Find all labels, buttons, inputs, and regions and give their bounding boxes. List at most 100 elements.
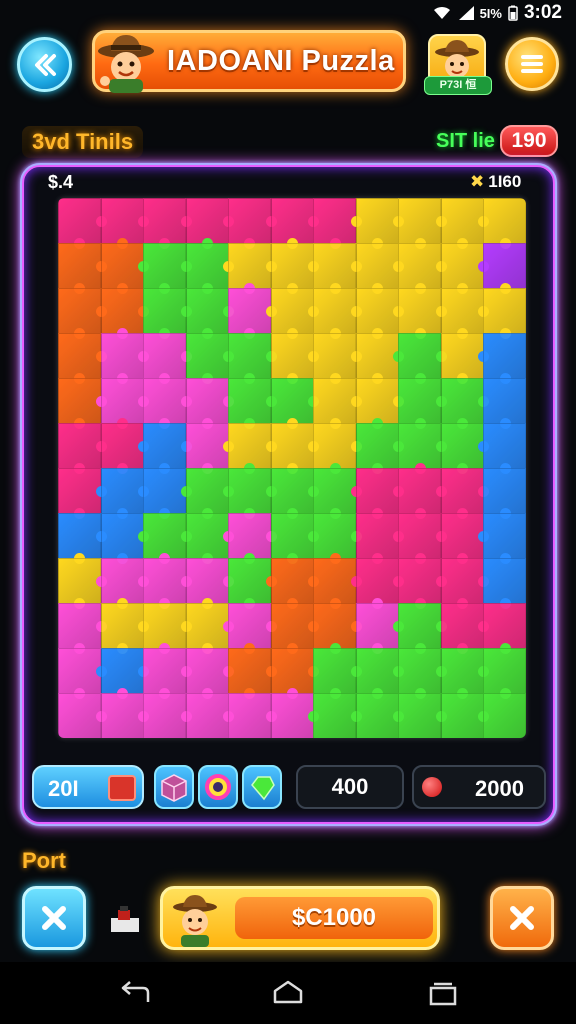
puzzle-piece[interactable]	[483, 603, 526, 649]
puzzle-piece[interactable]	[143, 648, 187, 694]
ticket-icon	[111, 906, 139, 932]
puzzle-piece[interactable]	[143, 243, 187, 289]
close-button[interactable]	[490, 886, 554, 950]
puzzle-piece[interactable]	[398, 648, 442, 694]
puzzle-piece[interactable]	[398, 423, 442, 469]
puzzle-piece[interactable]	[483, 378, 526, 424]
status-bar: 5I% 3:02	[0, 0, 576, 24]
buy-button[interactable]: $C1000	[160, 886, 440, 950]
puzzle-piece[interactable]	[398, 468, 442, 514]
puzzle-piece[interactable]	[313, 648, 357, 694]
puzzle-piece[interactable]	[228, 603, 272, 649]
puzzle-piece[interactable]	[143, 603, 187, 649]
puzzle-piece[interactable]	[398, 558, 442, 604]
puzzle-piece[interactable]	[483, 333, 526, 379]
time-badge: 190	[500, 125, 558, 157]
puzzle-piece[interactable]	[398, 513, 442, 559]
coin-counter[interactable]: 20I	[32, 765, 144, 809]
puzzle-piece[interactable]	[58, 378, 102, 424]
puzzle-piece[interactable]	[313, 603, 357, 649]
puzzle-piece[interactable]	[483, 513, 526, 559]
puzzle-piece[interactable]	[398, 243, 442, 289]
puzzle-piece[interactable]	[228, 333, 272, 379]
nav-recent-icon[interactable]	[428, 982, 458, 1006]
puzzle-piece[interactable]	[313, 333, 357, 379]
puzzle-piece[interactable]	[398, 333, 442, 379]
puzzle-piece[interactable]	[313, 288, 357, 334]
puzzle-piece[interactable]	[228, 423, 272, 469]
puzzle-piece[interactable]	[143, 558, 187, 604]
puzzle-piece[interactable]	[228, 468, 272, 514]
puzzle-piece[interactable]	[143, 423, 187, 469]
puzzle-piece[interactable]	[313, 558, 357, 604]
puzzle-piece[interactable]	[313, 423, 357, 469]
puzzle-piece[interactable]	[228, 378, 272, 424]
puzzle-piece[interactable]	[228, 243, 272, 289]
puzzle-piece[interactable]	[483, 648, 526, 694]
puzzle-piece[interactable]	[58, 558, 102, 604]
chest-icon	[108, 775, 136, 801]
puzzle-piece[interactable]	[58, 648, 102, 694]
puzzle-piece[interactable]	[58, 468, 102, 514]
ring-tool-button[interactable]	[198, 765, 238, 809]
puzzle-piece[interactable]	[483, 198, 526, 244]
puzzle-piece[interactable]	[143, 468, 187, 514]
x-icon	[42, 906, 66, 930]
puzzle-piece[interactable]	[228, 693, 272, 738]
gem-tool-button[interactable]	[242, 765, 282, 809]
puzzle-piece[interactable]	[143, 378, 187, 424]
puzzle-piece[interactable]	[143, 288, 187, 334]
puzzle-piece[interactable]	[58, 198, 102, 244]
puzzle-piece[interactable]	[313, 243, 357, 289]
puzzle-piece[interactable]	[58, 693, 102, 738]
moves-counter: 400	[296, 765, 404, 809]
puzzle-board[interactable]	[58, 198, 526, 738]
score-counter: 2000	[412, 765, 546, 809]
puzzle-piece[interactable]	[58, 288, 102, 334]
puzzle-piece[interactable]	[143, 513, 187, 559]
board-score-right: ✖ 1I60	[470, 172, 521, 192]
back-button[interactable]	[17, 37, 72, 92]
puzzle-piece[interactable]	[313, 513, 357, 559]
nav-home-icon[interactable]	[272, 980, 304, 1006]
puzzle-piece[interactable]	[483, 468, 526, 514]
puzzle-piece[interactable]	[58, 513, 102, 559]
puzzle-piece[interactable]	[398, 198, 442, 244]
puzzle-piece[interactable]	[313, 378, 357, 424]
puzzle-piece[interactable]	[398, 603, 442, 649]
puzzle-piece[interactable]	[313, 693, 357, 738]
puzzle-piece[interactable]	[58, 243, 102, 289]
puzzle-piece[interactable]	[398, 378, 442, 424]
puzzle-piece[interactable]	[58, 603, 102, 649]
puzzle-piece[interactable]	[228, 198, 272, 244]
clock: 3:02	[523, 2, 562, 23]
puzzle-piece[interactable]	[228, 648, 272, 694]
puzzle-piece[interactable]	[483, 288, 526, 334]
nav-back-icon[interactable]	[118, 980, 152, 1006]
puzzle-piece[interactable]	[398, 693, 442, 738]
puzzle-piece[interactable]	[143, 693, 187, 738]
cancel-button[interactable]	[22, 886, 86, 950]
record-icon	[422, 777, 442, 797]
puzzle-piece[interactable]	[228, 558, 272, 604]
crate-tool-button[interactable]	[154, 765, 194, 809]
puzzle-piece[interactable]	[228, 288, 272, 334]
explorer-avatar-icon	[98, 35, 154, 93]
puzzle-piece[interactable]	[483, 423, 526, 469]
puzzle-piece[interactable]	[483, 558, 526, 604]
menu-button[interactable]	[505, 37, 559, 91]
status-icons: 5I% 3:02	[432, 2, 562, 24]
puzzle-piece[interactable]	[483, 693, 526, 738]
puzzle-piece[interactable]	[228, 513, 272, 559]
puzzle-piece[interactable]	[313, 468, 357, 514]
signal-icon	[458, 6, 474, 20]
board-score-right-value: 1I60	[488, 172, 522, 191]
puzzle-piece[interactable]	[58, 333, 102, 379]
puzzle-piece[interactable]	[143, 198, 187, 244]
puzzle-piece[interactable]	[143, 333, 187, 379]
double-chevron-left-icon	[34, 53, 56, 76]
puzzle-piece[interactable]	[58, 423, 102, 469]
puzzle-piece[interactable]	[398, 288, 442, 334]
puzzle-piece[interactable]	[483, 243, 526, 289]
puzzle-piece[interactable]	[313, 198, 357, 244]
